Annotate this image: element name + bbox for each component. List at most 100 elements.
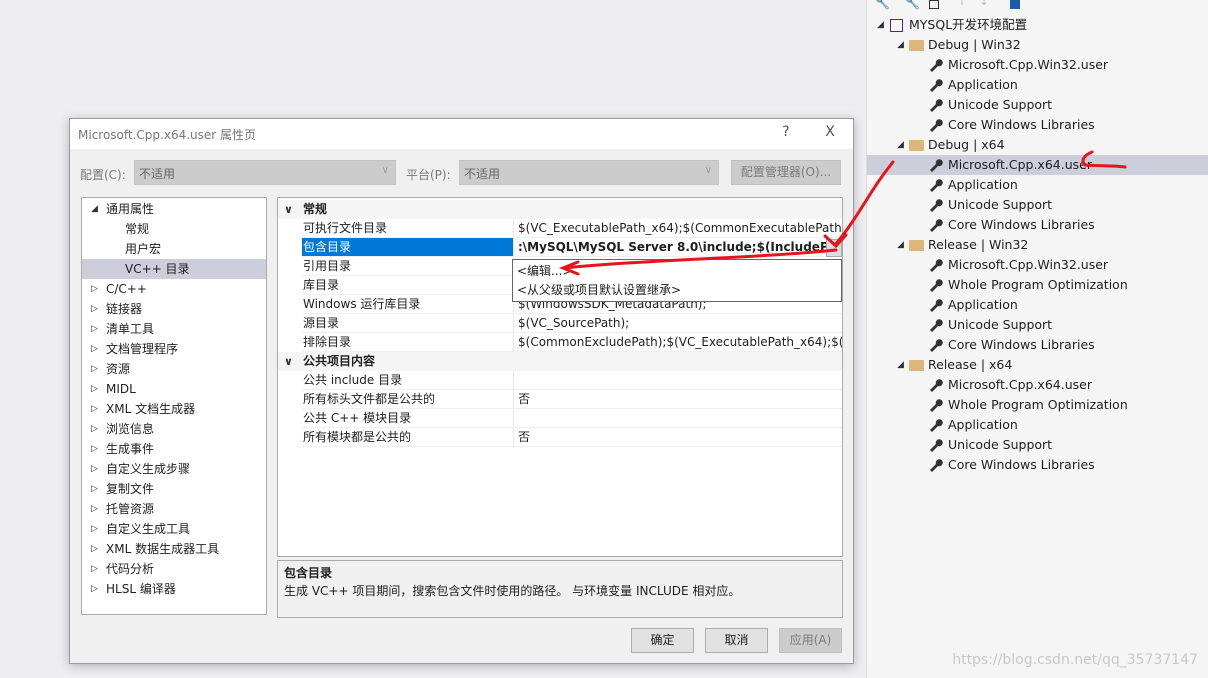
- platform-select[interactable]: 不适用 ∨: [459, 160, 719, 185]
- tree-item[interactable]: ▷ XML 文档生成器: [82, 399, 266, 419]
- collapsed-triangle-icon[interactable]: ▷: [91, 439, 98, 459]
- tree-item[interactable]: ▷ 文档管理程序: [82, 339, 266, 359]
- expanded-triangle-icon[interactable]: ◢: [897, 235, 904, 255]
- collapsed-triangle-icon[interactable]: ▷: [91, 339, 98, 359]
- collapsed-triangle-icon[interactable]: ▷: [91, 499, 98, 519]
- config-manager-button[interactable]: 配置管理器(O)...: [731, 160, 841, 185]
- collapsed-triangle-icon[interactable]: ▷: [91, 579, 98, 599]
- dropdown-option-inherit[interactable]: <从父级或项目默认设置继承>: [517, 281, 837, 300]
- property-value[interactable]: $(VC_ExecutablePath_x64);$(CommonExecuta…: [513, 219, 842, 238]
- move-down-icon[interactable]: ↓: [979, 0, 989, 8]
- cancel-button[interactable]: 取消: [705, 628, 768, 653]
- tree-item[interactable]: ▷ XML 数据生成器工具: [82, 539, 266, 559]
- grid-category[interactable]: ∨ 常规: [278, 200, 842, 219]
- tree-item[interactable]: ▷ HLSL 编译器: [82, 579, 266, 599]
- expanded-triangle-icon[interactable]: ◢: [877, 15, 884, 35]
- collapsed-triangle-icon[interactable]: ▷: [91, 359, 98, 379]
- collapse-chevron-icon[interactable]: ∨: [284, 200, 293, 219]
- grid-category[interactable]: ∨ 公共项目内容: [278, 352, 842, 371]
- ok-button[interactable]: 确定: [631, 628, 694, 653]
- property-manager-item[interactable]: Microsoft.Cpp.x64.user: [867, 375, 1208, 395]
- tree-item[interactable]: ◢ 通用属性: [82, 199, 266, 219]
- properties-wrench-icon[interactable]: 🔧: [875, 0, 890, 10]
- dropdown-option-edit[interactable]: <编辑...>: [517, 262, 837, 281]
- tree-item[interactable]: ▷ 资源: [82, 359, 266, 379]
- help-button[interactable]: ?: [776, 124, 796, 144]
- tree-item[interactable]: ▷ 清单工具: [82, 319, 266, 339]
- property-manager-item[interactable]: ◢ Debug | Win32: [867, 35, 1208, 55]
- config-select[interactable]: 不适用 ∨: [134, 160, 396, 185]
- property-value[interactable]: [513, 409, 842, 428]
- property-manager-item[interactable]: Microsoft.Cpp.Win32.user: [867, 55, 1208, 75]
- property-manager-item[interactable]: Core Windows Libraries: [867, 455, 1208, 475]
- new-sheet-icon[interactable]: [929, 0, 939, 9]
- property-manager-item[interactable]: Microsoft.Cpp.Win32.user: [867, 255, 1208, 275]
- move-up-icon[interactable]: ↑: [957, 0, 967, 8]
- grid-row[interactable]: 可执行文件目录 $(VC_ExecutablePath_x64);$(Common…: [278, 219, 842, 238]
- grid-row[interactable]: 包含目录:\MySQL\MySQL Server 8.0\include;$(I…: [278, 238, 842, 257]
- tree-item[interactable]: ▷ 代码分析: [82, 559, 266, 579]
- expanded-triangle-icon[interactable]: ◢: [91, 199, 98, 219]
- expanded-triangle-icon[interactable]: ◢: [897, 35, 904, 55]
- property-value[interactable]: $(VC_SourcePath);: [513, 314, 842, 333]
- tree-item[interactable]: ▷ 生成事件: [82, 439, 266, 459]
- grid-row[interactable]: 公共 include 目录: [278, 371, 842, 390]
- grid-row[interactable]: 排除目录 $(CommonExcludePath);$(VC_Executable…: [278, 333, 842, 352]
- property-manager-item[interactable]: Unicode Support: [867, 315, 1208, 335]
- collapsed-triangle-icon[interactable]: ▷: [91, 459, 98, 479]
- property-value[interactable]: [513, 371, 842, 390]
- collapsed-triangle-icon[interactable]: ▷: [91, 539, 98, 559]
- property-manager-item[interactable]: Application: [867, 175, 1208, 195]
- property-manager-item[interactable]: Core Windows Libraries: [867, 115, 1208, 135]
- save-icon[interactable]: [1010, 0, 1020, 9]
- collapsed-triangle-icon[interactable]: ▷: [91, 559, 98, 579]
- property-manager-item[interactable]: ◢ Debug | x64: [867, 135, 1208, 155]
- collapsed-triangle-icon[interactable]: ▷: [91, 399, 98, 419]
- property-value[interactable]: 否: [513, 390, 842, 409]
- property-manager-item[interactable]: ◢ Release | x64: [867, 355, 1208, 375]
- property-manager-item[interactable]: Application: [867, 75, 1208, 95]
- tree-item[interactable]: ▷ 托管资源: [82, 499, 266, 519]
- grid-row[interactable]: 所有标头文件都是公共的否: [278, 390, 842, 409]
- tree-item[interactable]: 用户宏: [82, 239, 266, 259]
- tree-item[interactable]: ▷ 浏览信息: [82, 419, 266, 439]
- property-value[interactable]: :\MySQL\MySQL Server 8.0\include;$(Inclu…: [513, 238, 842, 257]
- tree-item[interactable]: ▷ 复制文件: [82, 479, 266, 499]
- property-manager-item[interactable]: ◢ Release | Win32: [867, 235, 1208, 255]
- collapsed-triangle-icon[interactable]: ▷: [91, 419, 98, 439]
- dropdown-button[interactable]: [826, 239, 842, 257]
- property-manager-item[interactable]: Application: [867, 415, 1208, 435]
- tree-item[interactable]: ▷ C/C++: [82, 279, 266, 299]
- collapsed-triangle-icon[interactable]: ▷: [91, 519, 98, 539]
- grid-row[interactable]: 公共 C++ 模块目录: [278, 409, 842, 428]
- collapsed-triangle-icon[interactable]: ▷: [91, 279, 98, 299]
- apply-button[interactable]: 应用(A): [779, 628, 842, 653]
- property-value[interactable]: 否: [513, 428, 842, 447]
- collapsed-triangle-icon[interactable]: ▷: [91, 379, 98, 399]
- property-manager-item[interactable]: Core Windows Libraries: [867, 215, 1208, 235]
- grid-row[interactable]: 源目录 $(VC_SourcePath);: [278, 314, 842, 333]
- property-manager-item[interactable]: Unicode Support: [867, 195, 1208, 215]
- property-manager-item[interactable]: ◢ MYSQL开发环境配置: [867, 15, 1208, 35]
- property-manager-item[interactable]: Whole Program Optimization: [867, 395, 1208, 415]
- collapsed-triangle-icon[interactable]: ▷: [91, 319, 98, 339]
- property-manager-item[interactable]: Unicode Support: [867, 435, 1208, 455]
- property-manager-item[interactable]: Core Windows Libraries: [867, 335, 1208, 355]
- expanded-triangle-icon[interactable]: ◢: [897, 135, 904, 155]
- add-property-sheet-icon[interactable]: 🔧: [905, 0, 920, 10]
- property-value[interactable]: $(CommonExcludePath);$(VC_ExecutablePath…: [513, 333, 842, 352]
- property-manager-item[interactable]: Whole Program Optimization: [867, 275, 1208, 295]
- tree-item[interactable]: ▷ 链接器: [82, 299, 266, 319]
- tree-item[interactable]: ▷ 自定义生成工具: [82, 519, 266, 539]
- property-manager-item[interactable]: Application: [867, 295, 1208, 315]
- grid-row[interactable]: 所有模块都是公共的否: [278, 428, 842, 447]
- collapsed-triangle-icon[interactable]: ▷: [91, 479, 98, 499]
- tree-item[interactable]: ▷ 自定义生成步骤: [82, 459, 266, 479]
- collapsed-triangle-icon[interactable]: ▷: [91, 299, 98, 319]
- close-button[interactable]: X: [820, 124, 840, 144]
- tree-item[interactable]: VC++ 目录: [82, 259, 266, 279]
- tree-item[interactable]: ▷ MIDL: [82, 379, 266, 399]
- expanded-triangle-icon[interactable]: ◢: [897, 355, 904, 375]
- collapse-chevron-icon[interactable]: ∨: [284, 352, 293, 371]
- property-manager-item[interactable]: Microsoft.Cpp.x64.user: [867, 155, 1208, 175]
